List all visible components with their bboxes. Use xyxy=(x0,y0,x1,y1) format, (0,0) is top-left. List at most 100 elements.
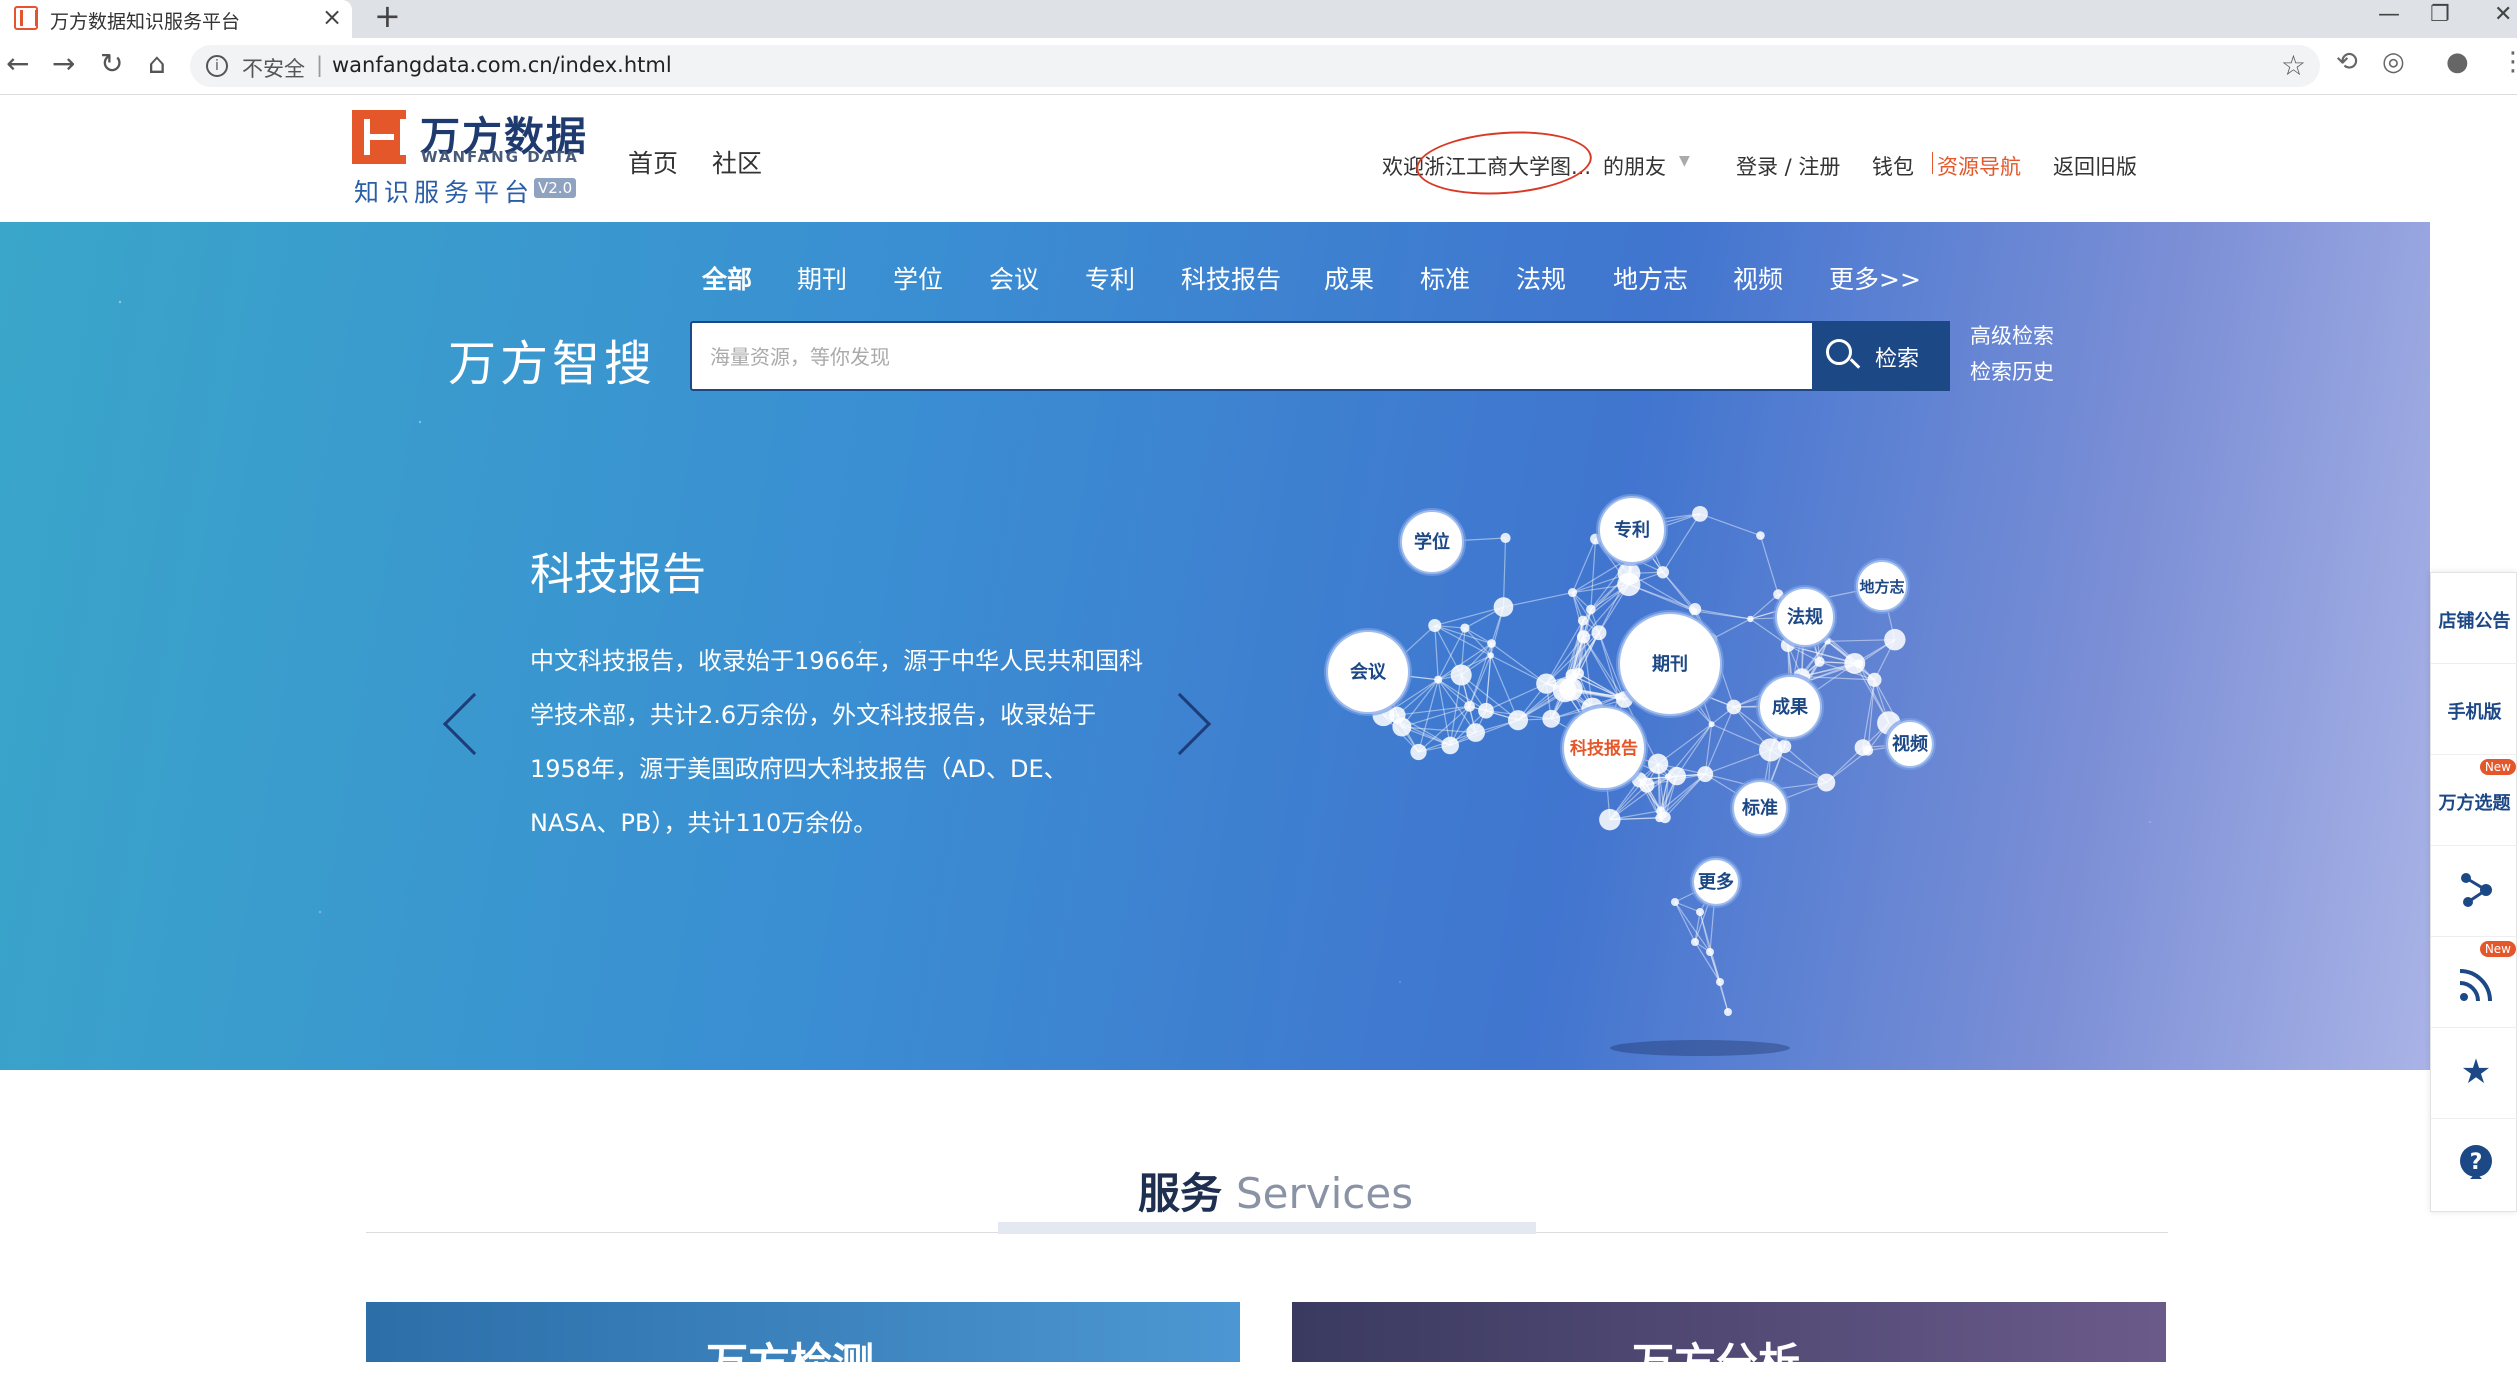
brain-node-0[interactable]: 学位 xyxy=(1400,510,1464,574)
side-favorite[interactable]: ★ xyxy=(2431,1028,2517,1119)
side-help[interactable]: ? xyxy=(2431,1119,2517,1210)
category-tab-journal[interactable]: 期刊 xyxy=(797,260,847,296)
category-tab-video[interactable]: 视频 xyxy=(1733,260,1783,296)
slide-description: 中文科技报告，收录始于1966年，源于中华人民共和国科学技术部，共计2.6万余份… xyxy=(530,634,1150,850)
network-dot xyxy=(1692,506,1708,522)
svg-text:?: ? xyxy=(2470,1150,2483,1175)
network-dot xyxy=(1434,676,1442,684)
user-dropdown-caret-icon[interactable]: ▼ xyxy=(1679,153,1690,169)
network-link xyxy=(1435,607,1504,625)
category-tab-conference[interactable]: 会议 xyxy=(989,260,1039,296)
category-tab-all[interactable]: 全部 xyxy=(702,260,752,296)
brain-node-7[interactable]: 科技报告 xyxy=(1562,706,1646,790)
brain-node-9[interactable]: 标准 xyxy=(1732,780,1788,836)
slide-title: 科技报告 xyxy=(530,538,706,602)
network-dot xyxy=(1599,809,1620,830)
floating-side-panel: 店铺公告 手机版 New 万方选题 New ★ ? xyxy=(2430,572,2517,1212)
network-dot xyxy=(1500,533,1510,543)
advanced-search-link[interactable]: 高级检索 xyxy=(1970,320,2054,350)
extension-icon[interactable]: ◎ xyxy=(2382,47,2405,77)
side-store-notice[interactable]: 店铺公告 xyxy=(2431,573,2517,664)
network-dot xyxy=(1814,657,1824,667)
service-card-detection[interactable]: 万方检测 xyxy=(366,1302,1240,1362)
network-dot xyxy=(1410,744,1426,760)
svg-text:会议: 会议 xyxy=(1350,661,1387,683)
browser-tab-bar: 万方数据知识服务平台 × + — ❐ ✕ xyxy=(0,0,2517,38)
brain-node-4[interactable]: 会议 xyxy=(1326,630,1410,714)
profile-avatar-icon[interactable]: ● xyxy=(2446,47,2469,77)
category-tab-more[interactable]: 更多>> xyxy=(1829,260,1921,296)
network-dot xyxy=(1464,701,1475,712)
new-tab-button[interactable]: + xyxy=(374,0,401,32)
resource-nav-link[interactable]: 资源导航 xyxy=(1937,151,2021,181)
category-tab-patent[interactable]: 专利 xyxy=(1085,260,1135,296)
home-icon[interactable]: ⌂ xyxy=(148,48,166,80)
network-dot xyxy=(1577,630,1590,643)
category-tab-local-chronicle[interactable]: 地方志 xyxy=(1613,260,1688,296)
minimize-icon[interactable]: — xyxy=(2378,2,2400,27)
network-dot xyxy=(1863,745,1873,755)
address-bar[interactable]: i 不安全 | wanfangdata.com.cn/index.html ☆ xyxy=(190,45,2320,87)
brain-node-8[interactable]: 视频 xyxy=(1886,720,1934,768)
forward-icon[interactable]: → xyxy=(52,48,75,80)
url-text[interactable]: wanfangdata.com.cn/index.html xyxy=(332,53,672,77)
side-mobile[interactable]: 手机版 xyxy=(2431,664,2517,755)
login-register-link[interactable]: 登录 / 注册 xyxy=(1736,151,1840,181)
network-dot xyxy=(1884,629,1905,650)
window-close-icon[interactable]: ✕ xyxy=(2494,2,2512,27)
network-dot xyxy=(1665,773,1672,780)
brain-node-6[interactable]: 成果 xyxy=(1758,675,1822,739)
network-dot xyxy=(1428,619,1441,632)
network-link xyxy=(1503,538,1505,607)
network-link xyxy=(1760,536,1778,595)
reload-icon[interactable]: ↻ xyxy=(100,48,123,80)
history-extension-icon[interactable]: ⟲ xyxy=(2336,47,2358,77)
network-link xyxy=(1503,593,1572,608)
browser-menu-icon[interactable]: ⋮ xyxy=(2500,47,2517,77)
network-link xyxy=(1397,706,1469,715)
network-dot xyxy=(1392,718,1411,737)
search-icon xyxy=(1826,339,1852,365)
category-tab-achievement[interactable]: 成果 xyxy=(1324,260,1374,296)
star-favorite-icon: ★ xyxy=(2456,1052,2496,1092)
svg-text:成果: 成果 xyxy=(1772,696,1809,718)
old-version-link[interactable]: 返回旧版 xyxy=(2053,151,2137,181)
network-link xyxy=(1675,902,1695,942)
logo-subtitle: 知识服务平台 xyxy=(354,173,534,209)
brain-node-10[interactable]: 更多 xyxy=(1692,858,1740,906)
side-topic-select[interactable]: New 万方选题 xyxy=(2431,755,2517,846)
service-card-title: 万方检测 xyxy=(706,1330,874,1391)
category-tab-standard[interactable]: 标准 xyxy=(1420,260,1470,296)
browser-tab[interactable]: 万方数据知识服务平台 × xyxy=(0,0,352,38)
restore-icon[interactable]: ❐ xyxy=(2430,2,2450,27)
nav-community-link[interactable]: 社区 xyxy=(712,144,762,180)
side-share[interactable] xyxy=(2431,846,2517,937)
network-dot xyxy=(1726,700,1741,715)
service-card-analysis[interactable]: 万方分析 xyxy=(1292,1302,2166,1362)
search-button[interactable]: 检索 xyxy=(1812,321,1950,391)
bookmark-star-icon[interactable]: ☆ xyxy=(2281,49,2306,82)
nav-home-link[interactable]: 首页 xyxy=(628,144,678,180)
wallet-link[interactable]: 钱包 xyxy=(1872,151,1914,181)
brain-node-3[interactable]: 法规 xyxy=(1775,587,1835,647)
tab-close-icon[interactable]: × xyxy=(322,3,342,31)
category-tab-degree[interactable]: 学位 xyxy=(893,260,943,296)
svg-text:学位: 学位 xyxy=(1414,531,1450,553)
network-link xyxy=(1711,619,1751,640)
brain-node-5[interactable]: 期刊 xyxy=(1618,612,1722,716)
wanfang-logo-icon[interactable] xyxy=(352,110,406,164)
resource-nav-divider xyxy=(1932,152,1933,174)
brain-node-2[interactable]: 地方志 xyxy=(1856,560,1908,612)
search-history-link[interactable]: 检索历史 xyxy=(1970,356,2054,386)
friend-label[interactable]: 的朋友 xyxy=(1603,151,1666,181)
insecure-label: 不安全 xyxy=(242,53,305,83)
search-input[interactable] xyxy=(710,341,1910,373)
site-info-icon[interactable]: i xyxy=(206,55,228,77)
back-icon[interactable]: ← xyxy=(6,48,29,80)
brain-node-1[interactable]: 专利 xyxy=(1598,496,1666,564)
category-tab-tech-report[interactable]: 科技报告 xyxy=(1181,260,1281,296)
side-rss[interactable]: New xyxy=(2431,937,2517,1028)
network-dot xyxy=(1441,737,1459,755)
category-tab-regulation[interactable]: 法规 xyxy=(1516,260,1566,296)
svg-text:法规: 法规 xyxy=(1787,606,1823,628)
